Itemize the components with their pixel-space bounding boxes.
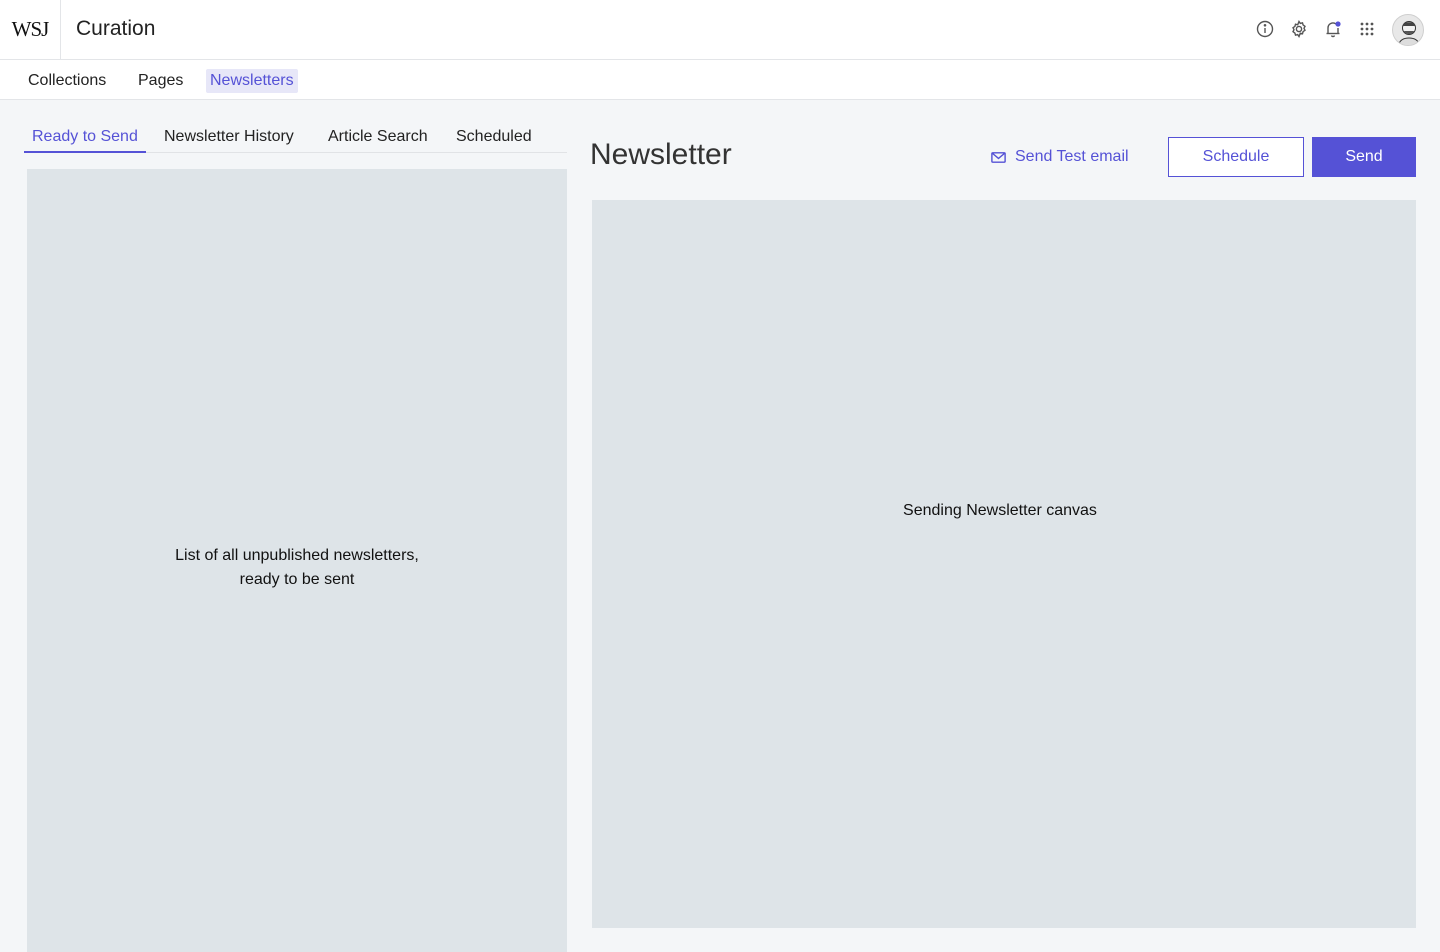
app-title: Curation	[76, 17, 156, 40]
send-test-email-label: Send Test email	[1015, 148, 1129, 165]
tab-newsletter-history[interactable]: Newsletter History	[156, 120, 302, 153]
wsj-logo[interactable]: WSJ	[0, 0, 61, 59]
send-button[interactable]: Send	[1312, 137, 1416, 177]
newsletter-canvas[interactable]: Sending Newsletter canvas	[592, 200, 1416, 928]
tab-article-search[interactable]: Article Search	[320, 120, 436, 153]
nav-newsletters[interactable]: Newsletters	[206, 69, 298, 93]
info-icon[interactable]	[1254, 18, 1276, 40]
top-bar: WSJ Curation	[0, 0, 1440, 60]
tab-scheduled[interactable]: Scheduled	[448, 120, 540, 153]
bell-icon[interactable]	[1322, 18, 1344, 40]
page-title: Newsletter	[590, 138, 732, 171]
tab-ready-to-send[interactable]: Ready to Send	[24, 120, 146, 153]
unpublished-newsletters-list[interactable]: List of all unpublished newsletters, rea…	[27, 169, 567, 952]
schedule-button[interactable]: Schedule	[1168, 137, 1304, 177]
main-nav: Collections Pages Newsletters	[0, 60, 1440, 100]
newsletter-subtabs: Ready to Send Newsletter History Article…	[24, 120, 567, 153]
apps-grid-icon[interactable]	[1356, 18, 1378, 40]
send-test-email-button[interactable]: Send Test email	[990, 145, 1129, 169]
nav-pages[interactable]: Pages	[134, 69, 187, 93]
list-placeholder: List of all unpublished newsletters, rea…	[27, 544, 567, 592]
nav-collections[interactable]: Collections	[24, 69, 110, 93]
avatar[interactable]	[1392, 14, 1424, 46]
list-placeholder-line-2: ready to be sent	[239, 571, 355, 588]
list-placeholder-line-1: List of all unpublished newsletters,	[175, 547, 419, 564]
gear-icon[interactable]	[1288, 18, 1310, 40]
canvas-placeholder: Sending Newsletter canvas	[903, 502, 1097, 519]
mail-icon	[991, 151, 1006, 163]
